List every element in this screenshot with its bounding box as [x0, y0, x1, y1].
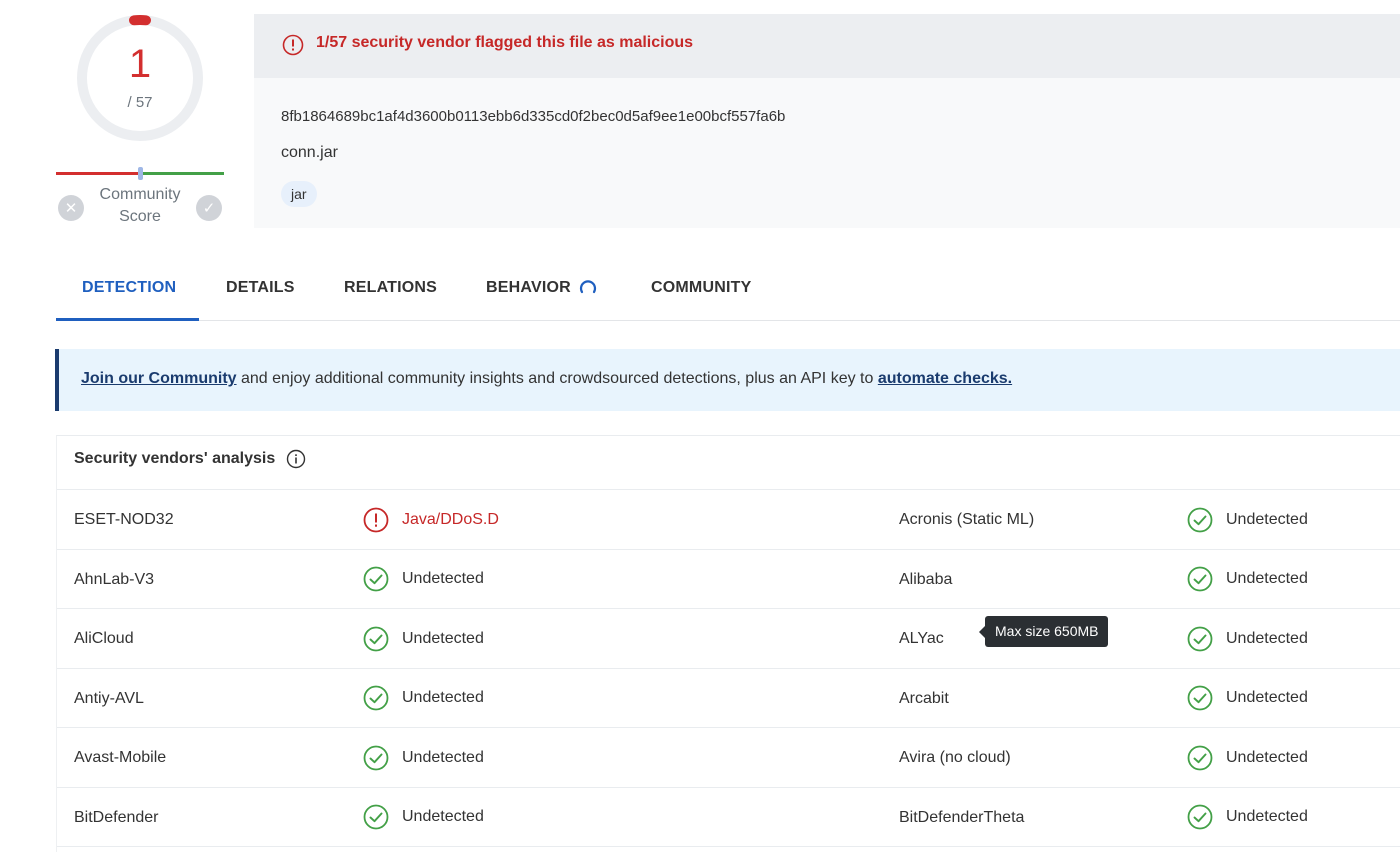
tab-details[interactable]: DETAILS — [226, 270, 295, 321]
vendor-result-text: Undetected — [1226, 629, 1308, 647]
vendor-result-text: Undetected — [1226, 510, 1308, 528]
active-tab-indicator — [56, 318, 199, 321]
vendor-result: Undetected — [363, 550, 484, 609]
vendor-result-text: Java/DDoS.D — [402, 510, 499, 528]
vendor-result-malicious: Java/DDoS.D — [363, 490, 499, 549]
join-community-link[interactable]: Join our Community — [81, 370, 237, 387]
tab-bar: DETECTION DETAILS RELATIONS BEHAVIOR COM… — [56, 270, 1400, 321]
vendor-result: Undetected — [363, 728, 484, 787]
vendor-name: Antiy-AVL — [74, 689, 144, 707]
check-circle-icon — [1187, 745, 1213, 770]
vendor-name: ESET-NOD32 — [74, 511, 174, 528]
max-size-tooltip: Max size 650MB — [978, 616, 1109, 647]
vendor-result: Undetected — [1187, 669, 1308, 728]
check-circle-icon — [363, 626, 389, 651]
vendor-name: Alibaba — [899, 570, 953, 588]
vendor-name: Avast-Mobile — [74, 749, 167, 766]
automate-checks-link[interactable]: automate checks. — [878, 370, 1012, 387]
community-banner: Join our Community and enjoy additional … — [55, 349, 1400, 411]
check-circle-icon — [363, 745, 389, 770]
vendor-row: BitDefender Undetected BitDefenderTheta … — [57, 788, 1400, 847]
vendor-result: Undetected — [363, 669, 484, 728]
vendor-result-text: Undetected — [402, 808, 484, 825]
security-vendors-section: Security vendors' analysis ESET-NOD32 Ja… — [56, 435, 1400, 852]
vendor-result-text: Undetected — [1226, 748, 1308, 766]
check-circle-icon — [1187, 804, 1213, 830]
detection-count: 1 — [128, 42, 152, 86]
check-circle-icon — [363, 685, 389, 711]
check-circle-icon — [1187, 685, 1213, 711]
tab-detection[interactable]: DETECTION — [82, 270, 176, 321]
check-circle-icon — [363, 566, 389, 592]
downvote-close-icon[interactable]: ✕ — [58, 195, 84, 221]
vendor-row: Avast-Mobile Undetected Avira (no cloud)… — [57, 728, 1400, 788]
file-type-tag[interactable]: jar — [281, 181, 317, 207]
vendor-result-text: Undetected — [1226, 808, 1308, 825]
vendor-name: Arcabit — [899, 689, 949, 707]
check-circle-icon — [1187, 626, 1213, 651]
detection-total: / 57 — [127, 94, 153, 111]
tab-relations[interactable]: RELATIONS — [344, 270, 437, 321]
vendor-result: Undetected — [1187, 728, 1308, 787]
vendor-result: Undetected — [1187, 609, 1308, 668]
vendor-name: AliCloud — [74, 630, 134, 647]
file-hash[interactable]: 8fb1864689bc1af4d3600b0113ebb6d335cd0f2b… — [281, 108, 785, 125]
vendor-table: ESET-NOD32 Java/DDoS.D Acronis (Static M… — [57, 489, 1400, 847]
vendor-row: AhnLab-V3 Undetected Alibaba Undetected — [57, 550, 1400, 609]
vendor-name: BitDefenderTheta — [899, 808, 1025, 826]
tab-behavior[interactable]: BEHAVIOR — [486, 270, 571, 321]
alert-icon — [282, 34, 304, 56]
vendor-name: Avira (no cloud) — [899, 749, 1011, 766]
file-name: conn.jar — [281, 144, 338, 161]
upvote-check-icon[interactable]: ✓ — [196, 195, 222, 221]
vendor-name: ALYac — [899, 630, 944, 647]
vendor-row: AliCloud Undetected ALYac Undetected — [57, 609, 1400, 669]
tab-community[interactable]: COMMUNITY — [651, 270, 751, 321]
vendor-result: Undetected — [1187, 490, 1308, 549]
check-circle-icon — [1187, 566, 1213, 592]
vendor-result-text: Undetected — [402, 689, 484, 706]
section-title: Security vendors' analysis — [74, 450, 276, 467]
community-score-bar — [56, 167, 224, 180]
check-circle-icon — [363, 804, 389, 830]
banner-text: and enjoy additional community insights … — [236, 370, 878, 387]
vendor-name: BitDefender — [74, 808, 159, 826]
vendor-result-text: Undetected — [402, 629, 484, 647]
malicious-alert-text: 1/57 security vendor flagged this file a… — [316, 34, 694, 51]
vendor-result-text: Undetected — [1226, 689, 1308, 706]
vendor-result: Undetected — [1187, 550, 1308, 609]
vendor-result-text: Undetected — [402, 748, 484, 766]
vendor-result: Undetected — [363, 609, 484, 668]
vendor-name: Acronis (Static ML) — [899, 511, 1035, 528]
vendor-name: AhnLab-V3 — [74, 570, 155, 588]
malicious-icon — [363, 507, 389, 532]
vendor-row: ESET-NOD32 Java/DDoS.D Acronis (Static M… — [57, 490, 1400, 550]
vendor-row: Antiy-AVL Undetected Arcabit Undetected — [57, 669, 1400, 728]
loading-spinner-icon — [579, 280, 597, 294]
info-icon[interactable] — [286, 449, 306, 469]
vendor-result: Undetected — [363, 788, 484, 847]
check-circle-icon — [1187, 507, 1213, 532]
community-score-label: Community Score — [99, 186, 181, 225]
vendor-result-text: Undetected — [1226, 570, 1308, 587]
vendor-result: Undetected — [1187, 788, 1308, 847]
vendor-result-text: Undetected — [402, 570, 484, 587]
